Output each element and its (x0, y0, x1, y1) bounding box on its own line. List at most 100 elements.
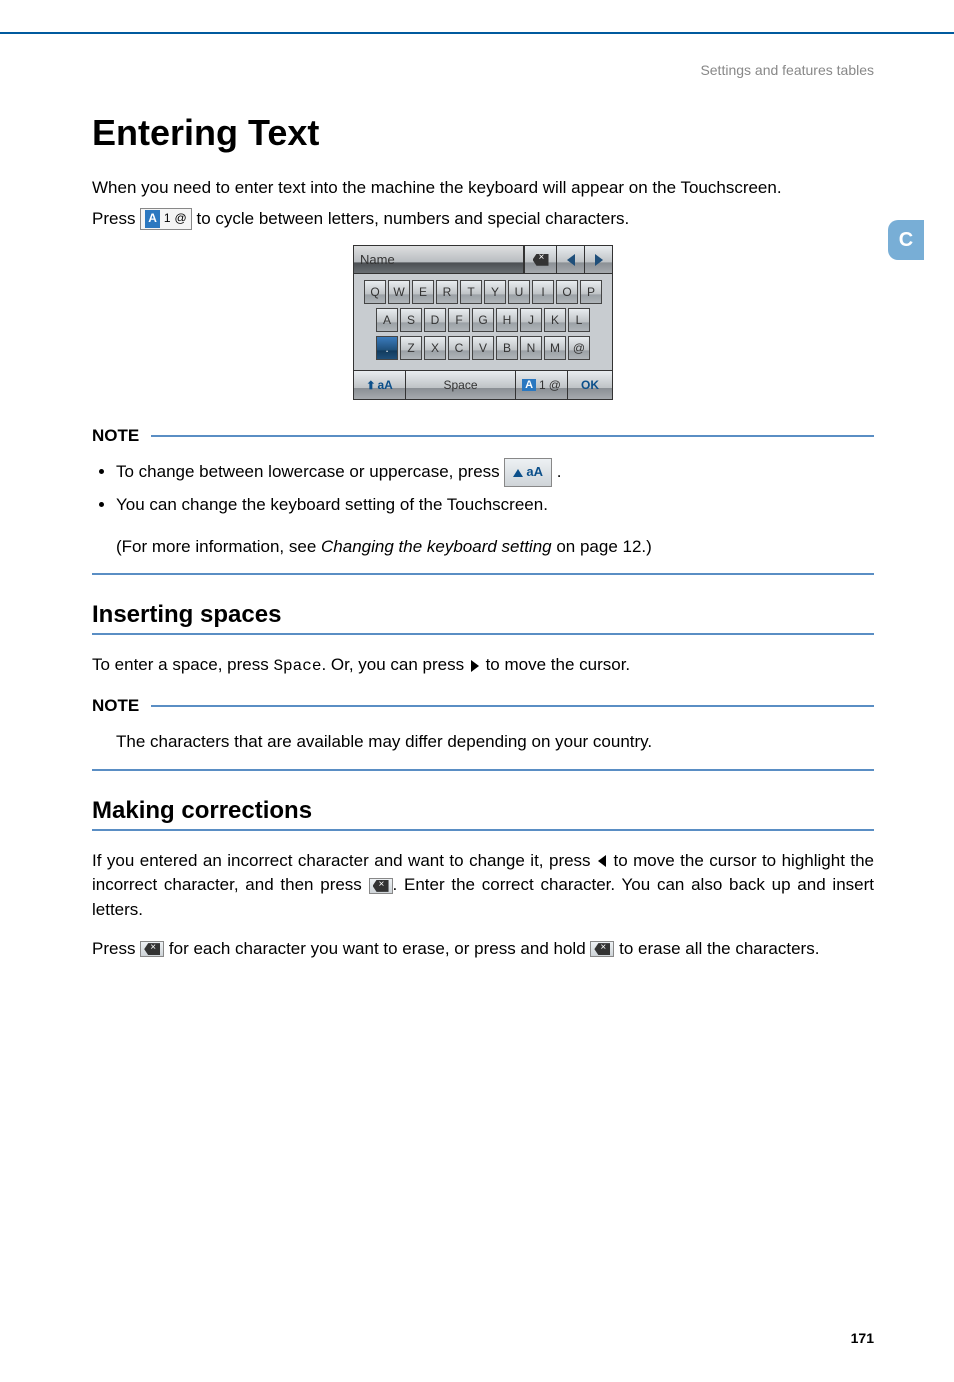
backspace-key-inline[interactable] (369, 878, 393, 894)
triangle-right-icon (471, 660, 479, 672)
key[interactable]: C (448, 336, 470, 360)
backspace-button[interactable] (524, 246, 556, 273)
cursor-left-button[interactable] (556, 246, 584, 273)
note1-sub-pre: (For more information, see (116, 537, 321, 556)
keyboard-row-3: . Z X C V B N M @ (358, 336, 608, 360)
space-key-mono: Space (273, 657, 321, 675)
backspace-key-inline[interactable] (140, 941, 164, 957)
mode-button[interactable]: A 1 @ (516, 371, 568, 399)
key[interactable]: P (580, 280, 602, 304)
keyboard-field-label: Name (354, 246, 524, 273)
shift-case-label: aA (526, 460, 543, 485)
mode-at: @ (549, 378, 561, 392)
section-rule (92, 633, 874, 635)
sect1-post: to move the cursor. (481, 655, 630, 674)
note1-b1-post: . (557, 462, 562, 481)
key[interactable]: S (400, 308, 422, 332)
note-header: NOTE (92, 696, 874, 716)
intro-line-2: Press A 1 @ to cycle between letters, nu… (92, 207, 874, 232)
note-close-rule (92, 573, 874, 575)
page-content: Settings and features tables C Entering … (0, 34, 954, 961)
triangle-right-icon (595, 254, 603, 266)
p2b: for each character you want to erase, or… (164, 939, 590, 958)
key[interactable]: Q (364, 280, 386, 304)
mode-1: 1 (539, 378, 546, 392)
key[interactable]: T (460, 280, 482, 304)
p1a: If you entered an incorrect character an… (92, 851, 596, 870)
triangle-left-icon (598, 855, 606, 867)
key[interactable]: F (448, 308, 470, 332)
backspace-icon (594, 943, 610, 955)
key[interactable]: H (496, 308, 518, 332)
key[interactable]: M (544, 336, 566, 360)
key[interactable]: E (412, 280, 434, 304)
cross-ref-link[interactable]: Changing the keyboard setting (321, 537, 552, 556)
note1-b2: You can change the keyboard setting of t… (116, 495, 548, 514)
key[interactable]: . (376, 336, 398, 360)
section-heading: Inserting spaces (92, 601, 874, 629)
section-heading: Making corrections (92, 797, 874, 825)
section-rule (92, 829, 874, 831)
space-button[interactable]: Space (406, 371, 516, 399)
list-item: To change between lowercase or uppercase… (116, 456, 874, 488)
intro-line-1: When you need to enter text into the mac… (92, 176, 874, 201)
key[interactable]: U (508, 280, 530, 304)
key[interactable]: J (520, 308, 542, 332)
shift-label: aA (377, 378, 392, 392)
key[interactable]: V (472, 336, 494, 360)
key[interactable]: @ (568, 336, 590, 360)
keyboard-rows: Q W E R T Y U I O P A S D F G H J K L (354, 274, 612, 370)
note2-text: The characters that are available may di… (116, 726, 874, 758)
backspace-key-inline[interactable] (590, 941, 614, 957)
key[interactable]: X (424, 336, 446, 360)
corrections-para1: If you entered an incorrect character an… (92, 849, 874, 923)
shift-case-key[interactable]: aA (504, 458, 552, 487)
note1-b1-pre: To change between lowercase or uppercase… (116, 462, 504, 481)
arrow-up-icon: ⬆ (366, 379, 375, 392)
note1-subtext: (For more information, see Changing the … (116, 531, 874, 563)
cursor-right-button[interactable] (584, 246, 612, 273)
page-number: 171 (851, 1330, 874, 1346)
key[interactable]: G (472, 308, 494, 332)
key[interactable]: Y (484, 280, 506, 304)
key[interactable]: B (496, 336, 518, 360)
breadcrumb: Settings and features tables (92, 62, 874, 78)
key[interactable]: I (532, 280, 554, 304)
key[interactable]: W (388, 280, 410, 304)
corrections-para2: Press for each character you want to era… (92, 937, 874, 962)
key[interactable]: D (424, 308, 446, 332)
note-label: NOTE (92, 696, 139, 716)
key[interactable]: N (520, 336, 542, 360)
sect1-pre: To enter a space, press (92, 655, 273, 674)
key[interactable]: K (544, 308, 566, 332)
key[interactable]: O (556, 280, 578, 304)
note-header: NOTE (92, 426, 874, 446)
note-list: To change between lowercase or uppercase… (92, 456, 874, 521)
page-title: Entering Text (92, 112, 874, 154)
p2a: Press (92, 939, 140, 958)
keyboard-row-1: Q W E R T Y U I O P (358, 280, 608, 304)
backspace-icon (533, 254, 549, 266)
keyboard-header: Name (354, 246, 612, 274)
intro-line-2-pre: Press (92, 209, 140, 228)
inserting-spaces-text: To enter a space, press Space. Or, you c… (92, 653, 874, 678)
mode-cycle-key[interactable]: A 1 @ (140, 208, 192, 229)
mode-a: A (522, 379, 536, 391)
section-tab: C (888, 220, 924, 260)
backspace-icon (373, 880, 389, 892)
note-rule (151, 705, 874, 707)
arrow-up-icon (513, 469, 523, 477)
key[interactable]: Z (400, 336, 422, 360)
key[interactable]: L (568, 308, 590, 332)
mode-key-1: 1 (164, 210, 171, 227)
keyboard-row-2: A S D F G H J K L (358, 308, 608, 332)
note-close-rule (92, 769, 874, 771)
key[interactable]: A (376, 308, 398, 332)
triangle-left-icon (567, 254, 575, 266)
shift-button[interactable]: ⬆ aA (354, 371, 406, 399)
ok-button[interactable]: OK (568, 371, 612, 399)
list-item: You can change the keyboard setting of t… (116, 489, 874, 521)
keyboard-bottom-row: ⬆ aA Space A 1 @ OK (354, 370, 612, 399)
key[interactable]: R (436, 280, 458, 304)
intro-line-2-post: to cycle between letters, numbers and sp… (196, 209, 629, 228)
